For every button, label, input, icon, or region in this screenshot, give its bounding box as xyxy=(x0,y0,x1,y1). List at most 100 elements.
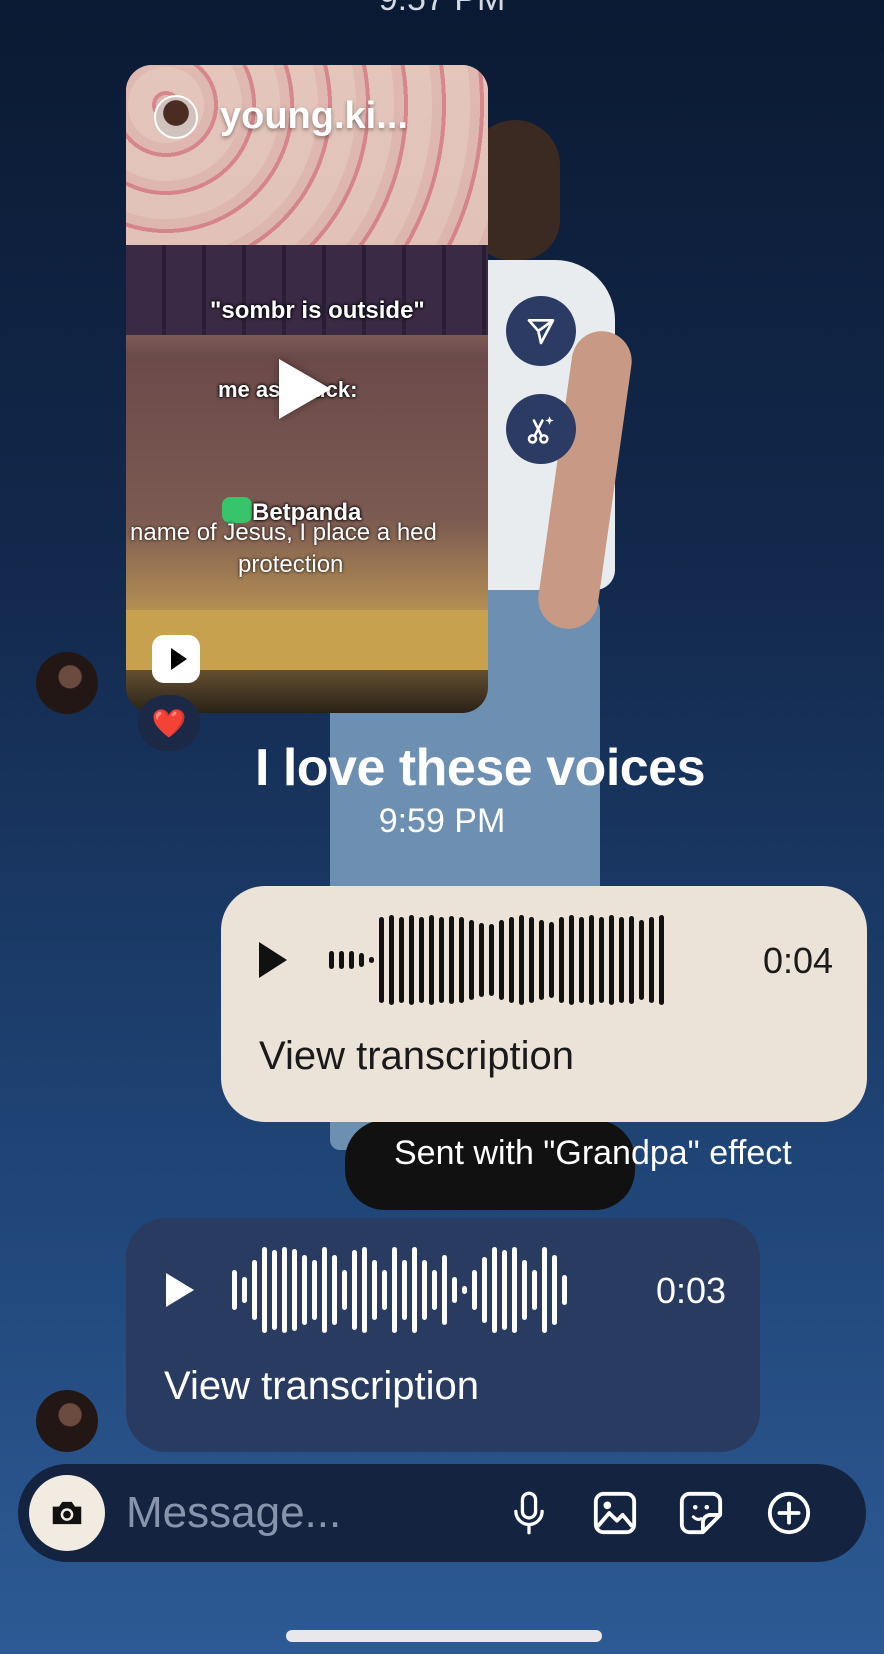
share-button[interactable] xyxy=(506,296,576,366)
voice-play-button[interactable] xyxy=(166,1273,194,1307)
waveform-bar xyxy=(649,917,654,1003)
reel-overlay-text: "sombr is outside" xyxy=(210,297,425,324)
waveform-bar xyxy=(292,1249,297,1331)
message-text: I love these voices xyxy=(254,739,706,797)
waveform-bar xyxy=(282,1247,287,1333)
remix-button[interactable] xyxy=(506,394,576,464)
waveform-bar xyxy=(349,951,354,969)
voice-message-sent[interactable]: 0:04 View transcription xyxy=(221,886,867,1122)
waveform-bar xyxy=(242,1277,247,1303)
waveform-bar xyxy=(502,1250,507,1330)
waveform-bar xyxy=(362,1247,367,1333)
waveform-bar xyxy=(509,917,514,1003)
waveform-bar xyxy=(232,1270,237,1310)
waveform-bar xyxy=(532,1270,537,1310)
voice-duration: 0:03 xyxy=(656,1270,727,1311)
camera-button[interactable] xyxy=(29,1475,105,1551)
waveform-bar xyxy=(302,1255,307,1325)
voice-duration: 0:04 xyxy=(763,940,834,981)
waveform-bar xyxy=(372,1260,377,1320)
waveform-bar xyxy=(589,915,594,1005)
waveform-bar xyxy=(459,917,464,1003)
waveform-bar xyxy=(439,917,444,1003)
message-timestamp: 9:59 PM xyxy=(378,802,506,840)
waveform-bar xyxy=(609,915,614,1005)
waveform-bar xyxy=(489,924,494,996)
waveform-bar xyxy=(392,1247,397,1333)
voice-waveform[interactable] xyxy=(329,912,664,1008)
sparkle-scissors-icon xyxy=(527,416,554,444)
message-composer: Message... xyxy=(18,1464,866,1562)
waveform-bar xyxy=(472,1270,477,1310)
waveform-bar xyxy=(352,1250,357,1330)
waveform-bar xyxy=(499,920,504,1000)
waveform-bar xyxy=(449,916,454,1004)
waveform-bar xyxy=(462,1286,467,1294)
heart-icon: ❤️ xyxy=(151,707,187,739)
add-button[interactable] xyxy=(764,1488,814,1538)
waveform-bar xyxy=(389,915,394,1005)
waveform-bar xyxy=(469,920,474,1000)
top-timestamp: 9:57 PM xyxy=(0,0,884,19)
microphone-icon xyxy=(514,1491,544,1535)
paper-plane-icon xyxy=(527,319,555,345)
waveform-bar xyxy=(432,1270,437,1310)
waveform-bar xyxy=(629,916,634,1004)
waveform-bar xyxy=(559,917,564,1003)
waveform-bar xyxy=(529,917,534,1003)
reel-caption-line: protection xyxy=(238,551,344,578)
voice-effect-note: Sent with "Grandpa" effect xyxy=(394,1134,792,1172)
play-icon xyxy=(259,942,287,978)
message-input[interactable]: Message... xyxy=(126,1488,341,1538)
image-icon xyxy=(593,1491,637,1535)
waveform-bar xyxy=(399,917,404,1003)
sticker-button[interactable] xyxy=(676,1488,726,1538)
view-transcription-link[interactable]: View transcription xyxy=(164,1364,479,1409)
waveform-bar xyxy=(569,915,574,1005)
waveform-bar xyxy=(369,957,374,963)
waveform-bar xyxy=(492,1247,497,1333)
view-transcription-link[interactable]: View transcription xyxy=(259,1034,574,1079)
voice-message-received[interactable]: 0:03 View transcription xyxy=(126,1218,760,1452)
waveform-bar xyxy=(342,1270,347,1310)
waveform-bar xyxy=(422,1260,427,1320)
reel-author-avatar[interactable] xyxy=(154,95,198,139)
waveform-bar xyxy=(379,917,384,1003)
sender-avatar[interactable] xyxy=(36,1390,98,1452)
waveform-bar xyxy=(382,1270,387,1310)
waveform-bar xyxy=(539,920,544,1000)
shared-reel-card[interactable]: young.ki... "sombr is outside" me as a f… xyxy=(126,65,488,713)
waveform-bar xyxy=(619,917,624,1003)
waveform-bar xyxy=(452,1277,457,1303)
waveform-bar xyxy=(262,1247,267,1333)
waveform-bar xyxy=(579,917,584,1003)
waveform-bar xyxy=(359,953,364,967)
plus-circle-icon xyxy=(767,1491,811,1535)
voice-play-button[interactable] xyxy=(259,942,287,978)
waveform-bar xyxy=(409,915,414,1005)
voice-waveform[interactable] xyxy=(232,1242,567,1338)
gallery-button[interactable] xyxy=(590,1488,640,1538)
reel-thumbnail-wallpaper xyxy=(126,65,488,245)
microphone-button[interactable] xyxy=(504,1488,554,1538)
waveform-bar xyxy=(542,1247,547,1333)
play-icon xyxy=(166,1273,194,1307)
waveform-bar xyxy=(562,1275,567,1305)
waveform-bar xyxy=(339,951,344,969)
camera-icon xyxy=(52,1501,82,1525)
waveform-bar xyxy=(419,917,424,1003)
home-indicator[interactable] xyxy=(286,1630,602,1642)
reels-icon xyxy=(152,635,200,683)
waveform-bar xyxy=(412,1247,417,1333)
waveform-bar xyxy=(552,1255,557,1325)
sender-avatar[interactable] xyxy=(36,652,98,714)
play-icon[interactable] xyxy=(279,359,331,419)
waveform-bar xyxy=(272,1250,277,1330)
waveform-bar xyxy=(522,1260,527,1320)
waveform-bar xyxy=(482,1257,487,1323)
waveform-bar xyxy=(599,917,604,1003)
waveform-bar xyxy=(312,1260,317,1320)
reel-author-username[interactable]: young.ki... xyxy=(220,95,408,138)
waveform-bar xyxy=(639,920,644,1000)
waveform-bar xyxy=(322,1247,327,1333)
